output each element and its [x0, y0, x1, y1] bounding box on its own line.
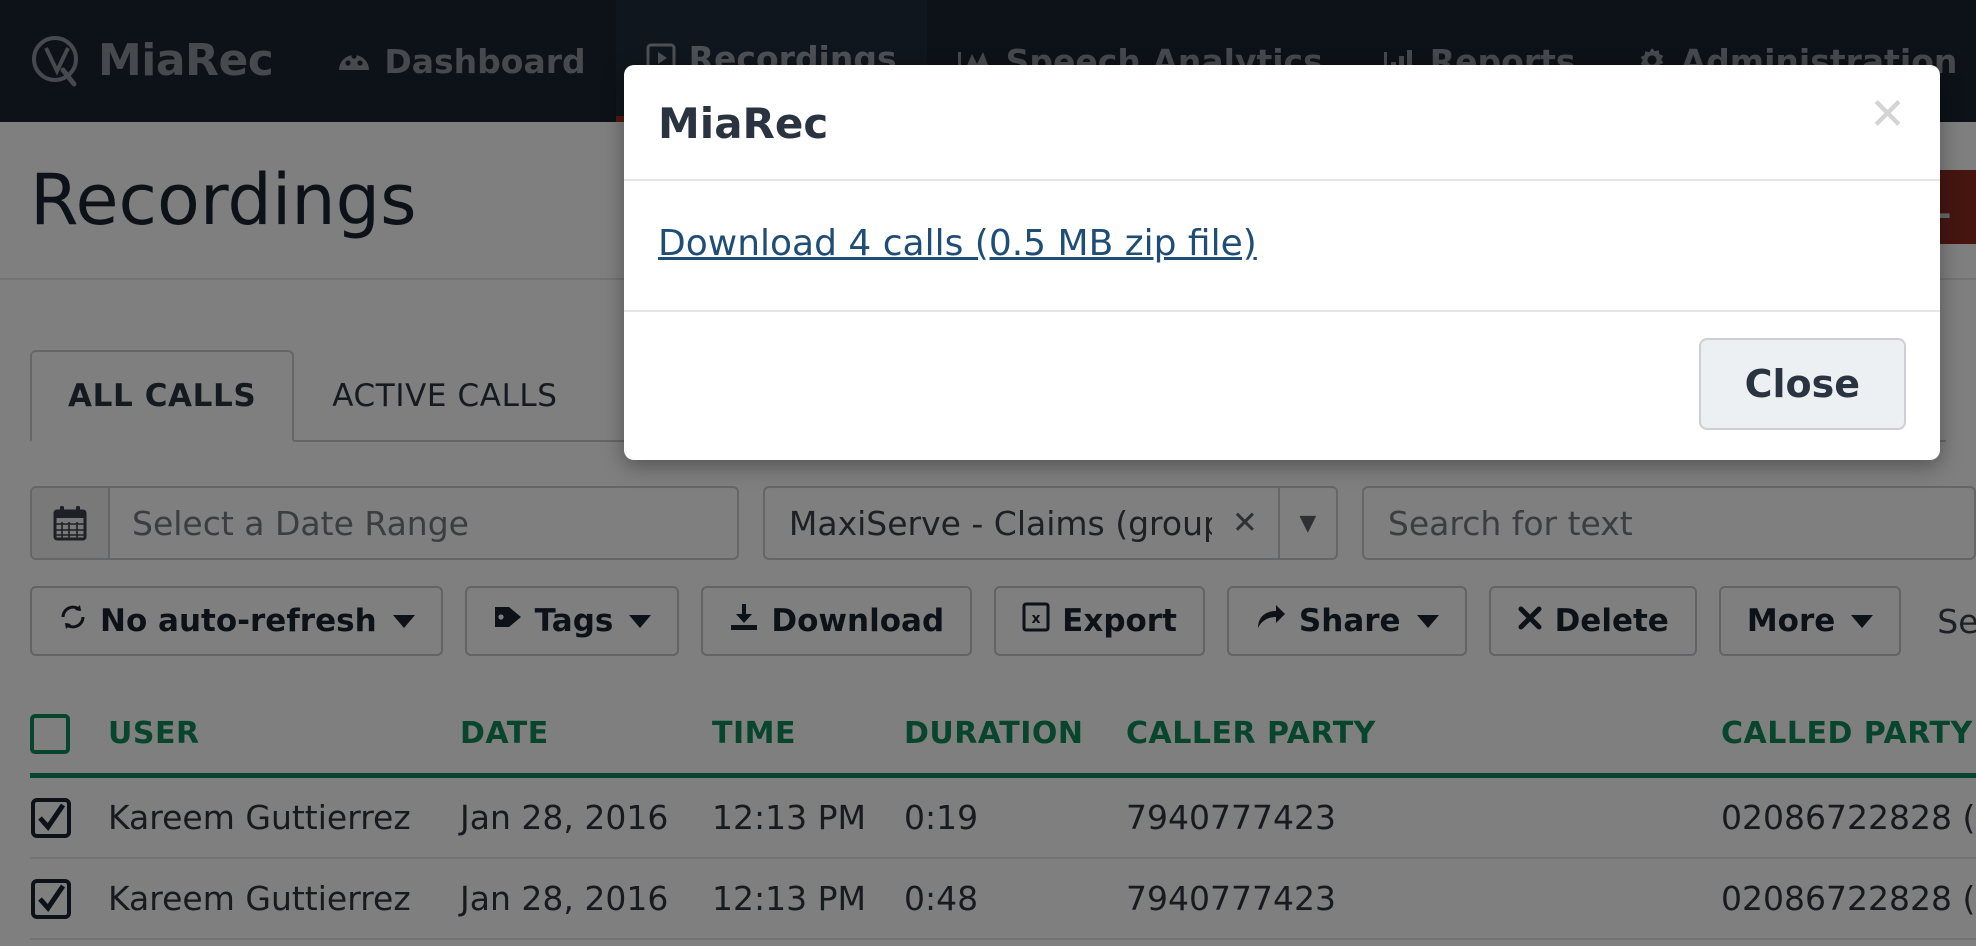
close-x-icon[interactable]: ✕: [1869, 93, 1906, 137]
app-root: MiaRec Dashboard Recordings: [0, 0, 1976, 946]
modal-footer: Close: [624, 312, 1940, 460]
download-modal: MiaRec ✕ Download 4 calls (0.5 MB zip fi…: [624, 65, 1940, 460]
close-button[interactable]: Close: [1698, 338, 1906, 430]
modal-body: Download 4 calls (0.5 MB zip file): [624, 181, 1940, 312]
modal-header: MiaRec ✕: [624, 65, 1940, 181]
modal-title: MiaRec: [658, 99, 829, 148]
download-calls-link[interactable]: Download 4 calls (0.5 MB zip file): [658, 223, 1257, 264]
